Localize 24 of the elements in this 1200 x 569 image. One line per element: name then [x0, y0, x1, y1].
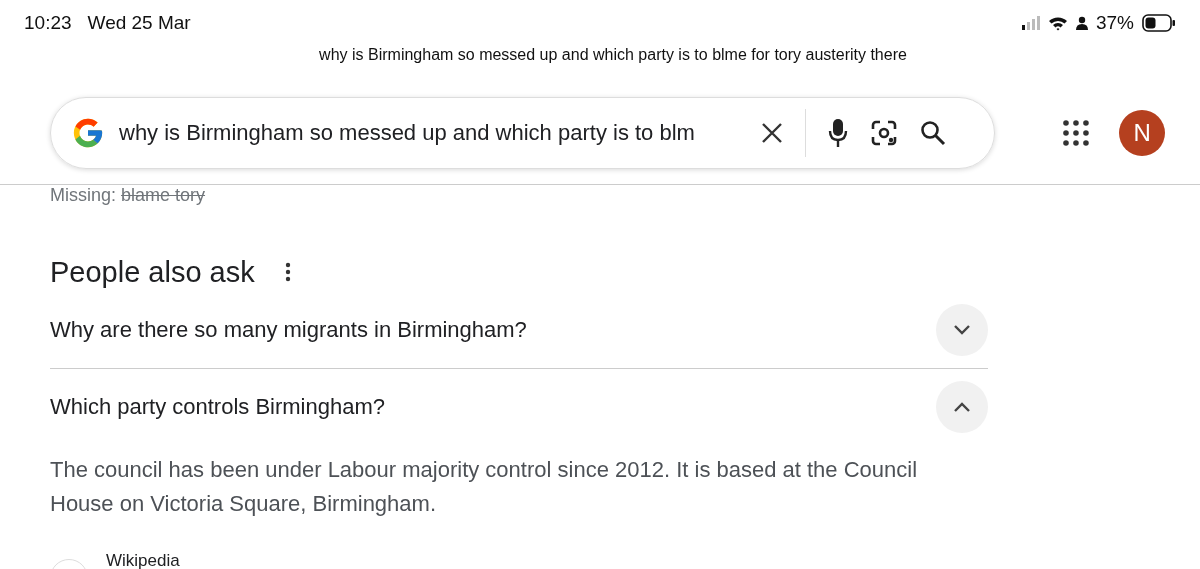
microphone-icon[interactable] — [828, 118, 848, 148]
wifi-icon — [1047, 15, 1068, 31]
missing-terms: blame tory — [121, 185, 206, 206]
search-icon[interactable] — [920, 120, 946, 146]
question-text[interactable]: Which party controls Birmingham? — [50, 394, 385, 420]
chevron-up-icon — [953, 401, 971, 413]
status-date: Wed 25 Mar — [87, 12, 191, 34]
apps-grid-icon[interactable] — [1063, 120, 1090, 146]
missing-label: Missing: — [50, 185, 116, 206]
battery-percent: 37% — [1095, 12, 1134, 34]
battery-icon — [1142, 14, 1176, 32]
section-title: People also ask — [50, 255, 255, 289]
status-time: 10:23 — [24, 12, 72, 34]
source-name[interactable]: Wikipedia — [106, 551, 180, 569]
camera-icon[interactable] — [870, 119, 898, 147]
more-options-icon[interactable] — [284, 262, 291, 282]
question-text[interactable]: Why are there so many migrants in Birmingham? — [50, 317, 527, 343]
chevron-down-icon — [953, 324, 971, 336]
google-g-icon — [71, 116, 105, 150]
answer-text: The council has been under Labour majority control since 2012. It is based at the Council House on Victoria Square, Birmingham. — [50, 456, 919, 518]
clear-icon[interactable] — [761, 122, 783, 144]
signal-icon — [1021, 16, 1040, 30]
person-icon — [1075, 16, 1088, 30]
account-avatar[interactable]: N — [1119, 110, 1165, 156]
